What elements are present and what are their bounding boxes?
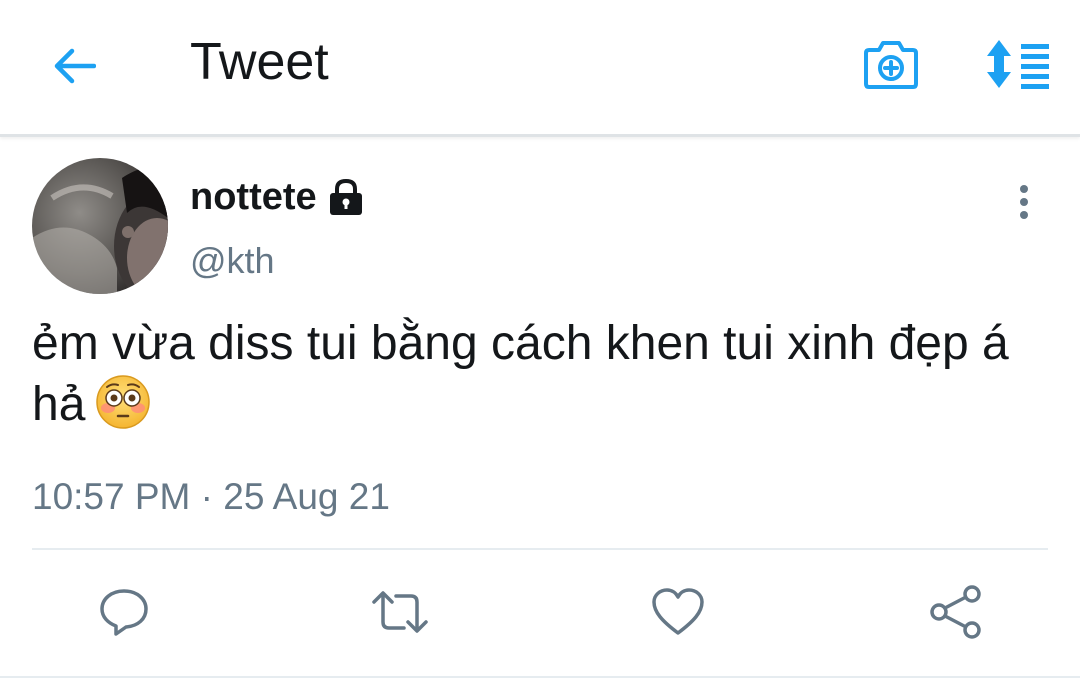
page-title: Tweet [190, 33, 329, 91]
sort-button[interactable] [982, 34, 1054, 94]
display-name[interactable]: nottete [190, 176, 317, 219]
bottom-divider [0, 676, 1080, 678]
more-vertical-icon [1020, 185, 1028, 219]
arrow-left-icon [54, 48, 96, 84]
more-options-button[interactable] [1000, 178, 1048, 226]
back-button[interactable] [46, 38, 102, 94]
camera-button[interactable] [858, 34, 924, 94]
tweet-text-content: ẻm vừa diss tui bằng cách khen tui xinh … [32, 317, 1009, 431]
reply-button[interactable] [94, 582, 154, 642]
tweet-timestamp: 10:57 PM · 25 Aug 21 [32, 476, 390, 517]
camera-plus-icon [864, 41, 918, 89]
share-button[interactable] [926, 582, 986, 642]
reply-icon [100, 589, 148, 636]
author-name-row: nottete [190, 172, 365, 222]
like-button[interactable] [648, 582, 708, 642]
divider [32, 548, 1048, 550]
retweet-icon [372, 591, 428, 633]
sort-list-icon [987, 40, 1049, 89]
user-handle[interactable]: @kth [190, 238, 275, 284]
heart-icon [652, 588, 704, 635]
avatar[interactable] [32, 158, 168, 294]
share-icon [930, 585, 981, 639]
top-app-bar: Tweet [0, 0, 1080, 137]
flushed-face-emoji [95, 374, 151, 445]
lock-icon [327, 178, 365, 216]
tweet-text: ẻm vừa diss tui bằng cách khen tui xinh … [32, 314, 1062, 445]
retweet-button[interactable] [370, 582, 430, 642]
